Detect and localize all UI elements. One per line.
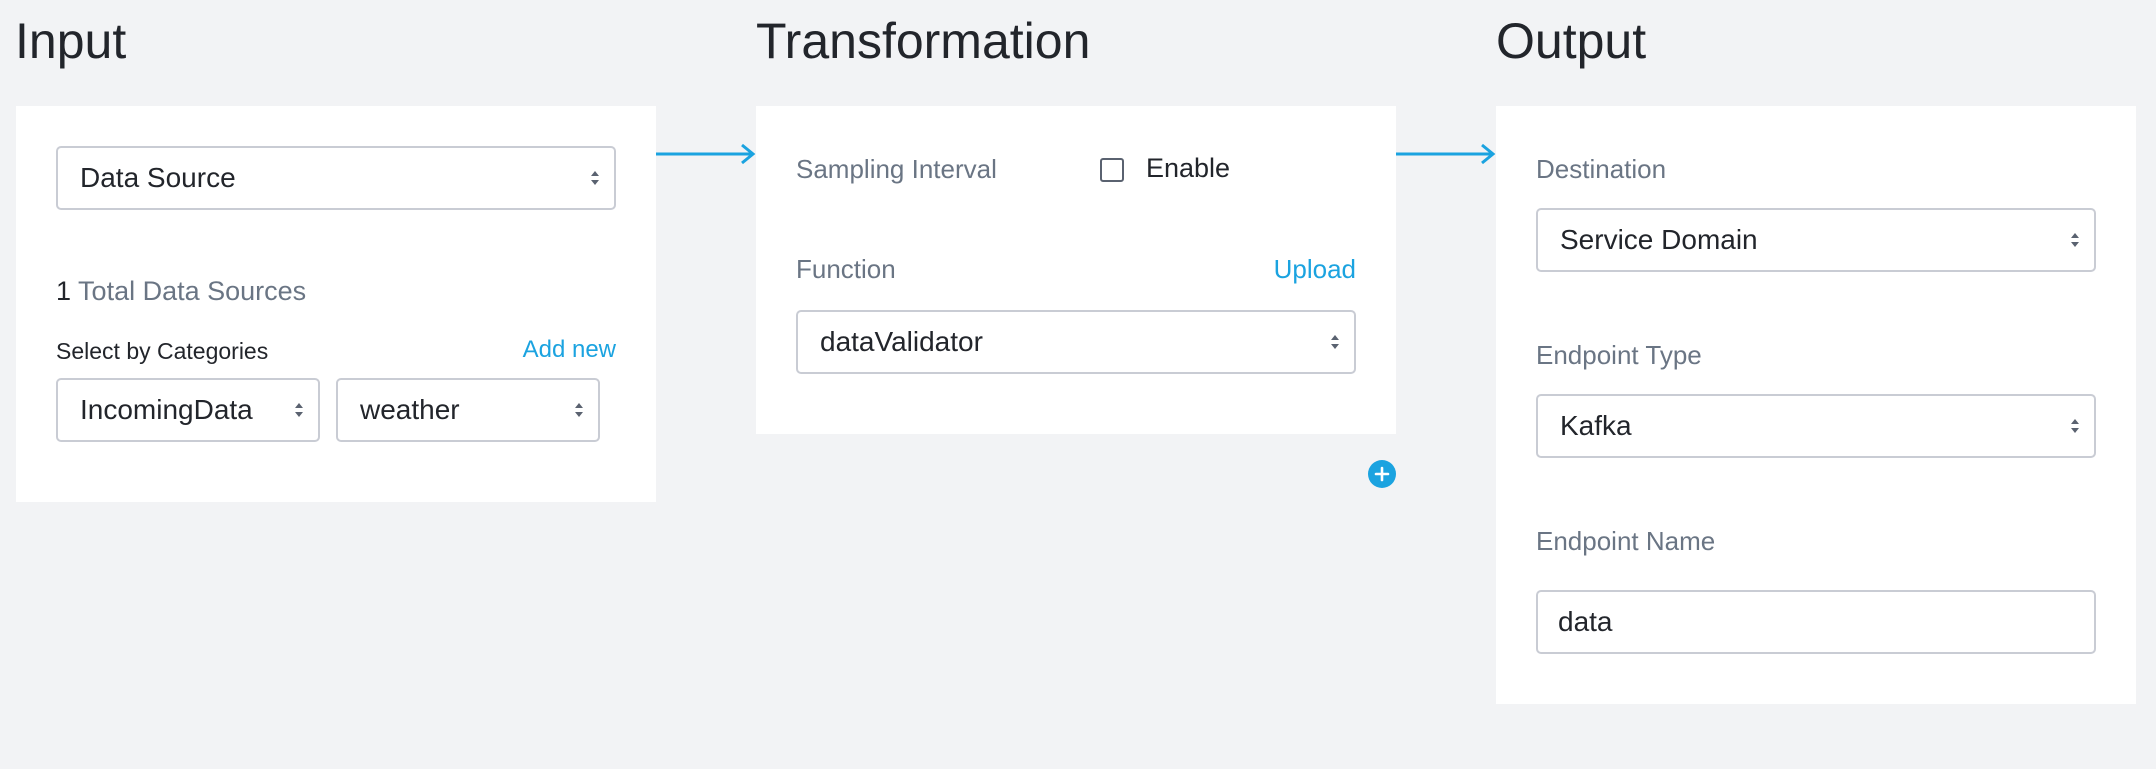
- endpoint-type-select[interactable]: Kafka: [1536, 394, 2096, 458]
- plus-icon: [1374, 466, 1390, 482]
- endpoint-name-label: Endpoint Name: [1536, 526, 1716, 556]
- pipeline-editor: Input Transformation Output Data Source …: [0, 0, 2156, 769]
- select-by-categories-label: Select by Categories: [56, 338, 269, 364]
- arrow-right-icon: [1396, 143, 1496, 165]
- total-data-sources-count: 1: [56, 276, 72, 306]
- data-source-select-value: Data Source: [80, 162, 236, 193]
- destination-select[interactable]: Service Domain: [1536, 208, 2096, 272]
- updown-caret-icon: [575, 403, 583, 417]
- updown-caret-icon: [295, 403, 303, 417]
- sampling-interval-label: Sampling Interval: [796, 154, 997, 184]
- transformation-card: Sampling Interval Enable Function Upload…: [756, 106, 1396, 434]
- data-source-select[interactable]: Data Source: [56, 146, 616, 210]
- output-column-title: Output: [1496, 13, 1647, 69]
- enable-label: Enable: [1146, 153, 1231, 183]
- category-select[interactable]: IncomingData: [56, 378, 320, 442]
- input-column-title: Input: [15, 13, 127, 69]
- endpoint-type-label: Endpoint Type: [1536, 340, 1702, 370]
- total-data-sources: 1 Total Data Sources: [56, 276, 306, 307]
- input-card: Data Source 1 Total Data Sources Select …: [16, 106, 656, 502]
- total-data-sources-label: Total Data Sources: [78, 276, 307, 306]
- transformation-column-title: Transformation: [756, 13, 1091, 69]
- output-card: Destination Service Domain Endpoint Type…: [1496, 106, 2136, 704]
- endpoint-name-input[interactable]: [1536, 590, 2096, 654]
- category-select-value: IncomingData: [80, 394, 253, 425]
- function-label: Function: [796, 254, 896, 284]
- add-transformation-button[interactable]: [1368, 460, 1396, 488]
- function-select[interactable]: dataValidator: [796, 310, 1356, 374]
- arrow-right-icon: [656, 143, 756, 165]
- endpoint-type-select-value: Kafka: [1560, 410, 1632, 441]
- function-select-value: dataValidator: [820, 326, 983, 357]
- enable-checkbox[interactable]: [1100, 158, 1124, 182]
- category-value-select[interactable]: weather: [336, 378, 600, 442]
- updown-caret-icon: [2071, 419, 2079, 433]
- updown-caret-icon: [1331, 335, 1339, 349]
- destination-label: Destination: [1536, 154, 1667, 184]
- updown-caret-icon: [2071, 233, 2079, 247]
- add-new-link[interactable]: Add new: [523, 336, 616, 364]
- destination-select-value: Service Domain: [1560, 224, 1758, 255]
- updown-caret-icon: [591, 171, 599, 185]
- category-value-select-value: weather: [360, 394, 460, 425]
- upload-link[interactable]: Upload: [1274, 254, 1356, 285]
